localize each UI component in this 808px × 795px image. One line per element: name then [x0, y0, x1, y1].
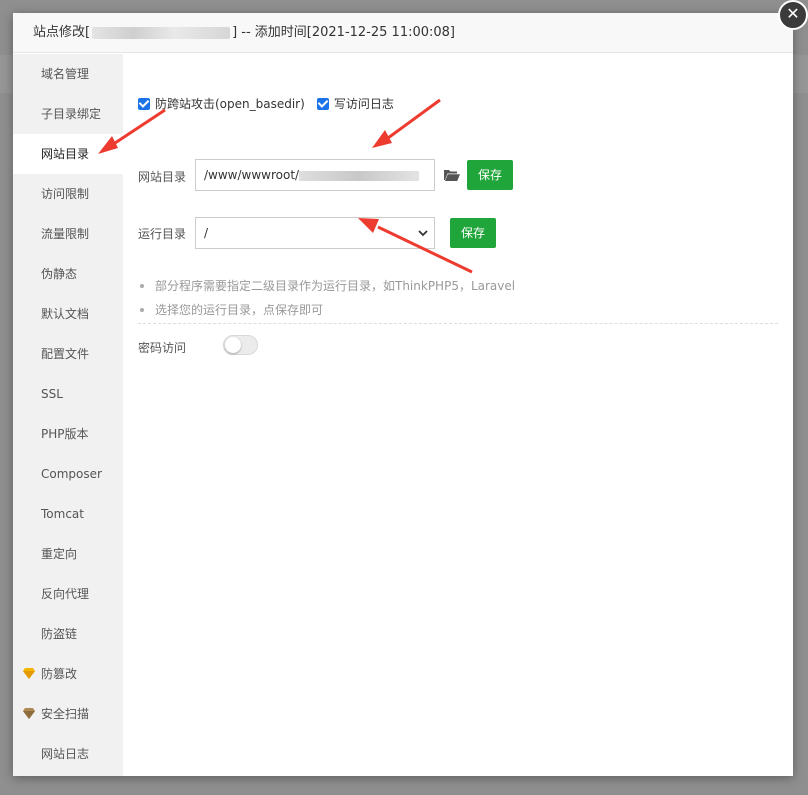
sidebar-item-label: 防篡改	[41, 667, 78, 681]
site-dir-value: /www/wwwroot/	[204, 168, 300, 182]
site-dir-label: 网站目录	[138, 170, 187, 184]
sidebar-item-subdir-binding[interactable]: 子目录绑定	[13, 94, 123, 134]
dialog-title-prefix: 站点修改[	[33, 25, 91, 40]
sidebar-item-label: 网站目录	[41, 147, 90, 161]
sidebar-item-label: 安全扫描	[41, 707, 90, 721]
site-edit-dialog: 站点修改[ ] -- 添加时间[2021-12-25 11:00:08] 域名管理…	[13, 13, 793, 776]
sidebar-item-label: 域名管理	[41, 67, 90, 81]
dialog-title-suffix: ] -- 添加时间[2021-12-25 11:00:08]	[232, 25, 456, 40]
close-icon[interactable]: ✕	[778, 0, 808, 30]
sidebar-item-traffic-limit[interactable]: 流量限制	[13, 214, 123, 254]
redacted-path	[299, 170, 420, 181]
sidebar-item-label: 重定向	[41, 547, 78, 561]
sidebar-item-composer[interactable]: Composer	[13, 454, 123, 494]
open-basedir-checkbox[interactable]	[138, 97, 150, 110]
sidebar-item-rewrite[interactable]: 伪静态	[13, 254, 123, 294]
sidebar-item-label: PHP版本	[41, 427, 89, 441]
sidebar-item-label: 子目录绑定	[41, 107, 102, 121]
help-tips: 部分程序需要指定二级目录作为运行目录，如ThinkPHP5，Laravel 选择…	[138, 274, 515, 322]
folder-open-icon[interactable]	[444, 169, 460, 181]
dialog-header: 站点修改[ ] -- 添加时间[2021-12-25 11:00:08]	[13, 13, 793, 53]
access-log-label: 写访问日志	[333, 97, 394, 111]
sidebar-item-label: Tomcat	[41, 507, 84, 521]
sidebar-item-label: SSL	[41, 387, 63, 401]
run-dir-save-button[interactable]: 保存	[450, 218, 496, 248]
sidebar-item-site-log[interactable]: 网站日志	[13, 734, 123, 774]
sidebar-item-site-directory[interactable]: 网站目录	[13, 134, 123, 174]
sidebar-item-label: 访问限制	[41, 187, 90, 201]
sidebar-item-domain[interactable]: 域名管理	[13, 54, 123, 94]
gem-gold-icon	[23, 668, 35, 679]
open-basedir-option[interactable]: 防跨站攻击(open_basedir)	[138, 95, 305, 112]
run-dir-value: /	[204, 226, 209, 240]
sidebar-item-php-version[interactable]: PHP版本	[13, 414, 123, 454]
access-log-option[interactable]: 写访问日志	[316, 95, 394, 112]
open-basedir-label: 防跨站攻击(open_basedir)	[155, 97, 305, 111]
sidebar-item-label: 反向代理	[41, 587, 90, 601]
sidebar-item-label: 配置文件	[41, 347, 90, 361]
redacted-site-name	[92, 26, 231, 39]
sidebar-item-security-scan[interactable]: 安全扫描	[13, 694, 123, 734]
sidebar-item-config-file[interactable]: 配置文件	[13, 334, 123, 374]
site-dir-input[interactable]: /www/wwwroot/	[195, 159, 435, 191]
tip-item: 部分程序需要指定二级目录作为运行目录，如ThinkPHP5，Laravel	[138, 274, 515, 298]
access-log-checkbox[interactable]	[316, 97, 329, 110]
sidebar-item-label: 防盗链	[41, 627, 78, 641]
sidebar-item-redirect[interactable]: 重定向	[13, 534, 123, 574]
chevron-down-icon	[418, 230, 428, 237]
sidebar-item-tamper-proof[interactable]: 防篡改	[13, 654, 123, 694]
sidebar-item-label: 默认文档	[41, 307, 90, 321]
tip-item: 选择您的运行目录，点保存即可	[138, 298, 515, 322]
sidebar-item-label: Composer	[41, 467, 102, 481]
sidebar-item-tomcat[interactable]: Tomcat	[13, 494, 123, 534]
site-directory-panel: 防跨站攻击(open_basedir) 写访问日志 网站目录 /www/wwwr…	[123, 54, 793, 776]
sidebar-item-label: 网站日志	[41, 747, 90, 761]
divider	[138, 323, 778, 324]
sidebar-item-ssl[interactable]: SSL	[13, 374, 123, 414]
sidebar-item-reverse-proxy[interactable]: 反向代理	[13, 574, 123, 614]
sidebar-item-label: 流量限制	[41, 227, 90, 241]
gem-bronze-icon	[23, 708, 35, 719]
site-dir-save-button[interactable]: 保存	[467, 160, 513, 190]
sidebar-item-label: 伪静态	[41, 267, 78, 281]
option-row: 防跨站攻击(open_basedir) 写访问日志	[138, 95, 406, 112]
password-access-label: 密码访问	[138, 341, 187, 355]
sidebar-item-default-doc[interactable]: 默认文档	[13, 294, 123, 334]
run-dir-select[interactable]: /	[195, 217, 435, 249]
run-dir-label: 运行目录	[138, 227, 187, 241]
sidebar-item-access-limit[interactable]: 访问限制	[13, 174, 123, 214]
sidebar-item-hotlink[interactable]: 防盗链	[13, 614, 123, 654]
sidebar: 域名管理 子目录绑定 网站目录 访问限制 流量限制 伪静态 默认文档 配置文件 …	[13, 54, 123, 776]
password-access-toggle[interactable]	[223, 335, 258, 355]
